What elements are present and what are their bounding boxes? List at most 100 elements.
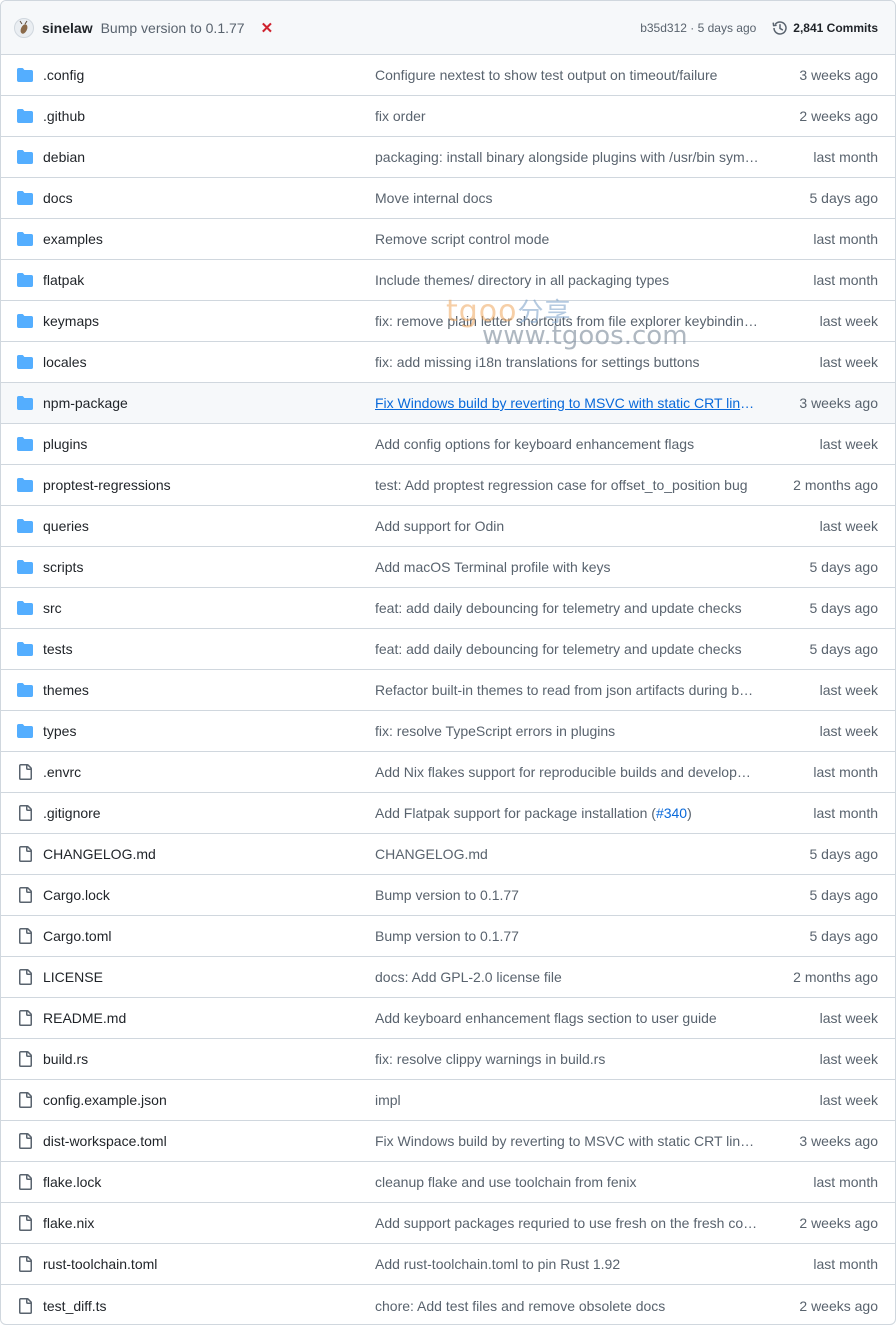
entry-name-link[interactable]: build.rs	[43, 1039, 88, 1079]
folder-row[interactable]: scripts Add macOS Terminal profile with k…	[1, 547, 895, 588]
folder-row[interactable]: proptest-regressions test: Add proptest r…	[1, 465, 895, 506]
folder-row[interactable]: keymaps fix: remove plain letter shortcut…	[1, 301, 895, 342]
file-row[interactable]: CHANGELOG.md CHANGELOG.md 5 days ago	[1, 834, 895, 875]
entry-name-link[interactable]: src	[43, 588, 62, 628]
commit-message-link[interactable]: impl	[375, 1080, 759, 1120]
commit-message-link[interactable]: Refactor built-in themes to read from js…	[375, 670, 759, 710]
commit-message-link[interactable]: Fix Windows build by reverting to MSVC w…	[375, 383, 759, 423]
entry-name-link[interactable]: Cargo.toml	[43, 916, 111, 956]
entry-name-link[interactable]: flake.nix	[43, 1203, 94, 1243]
entry-name-link[interactable]: .github	[43, 96, 85, 136]
folder-row[interactable]: types fix: resolve TypeScript errors in p…	[1, 711, 895, 752]
commit-message-link[interactable]: Fix Windows build by reverting to MSVC w…	[375, 1121, 759, 1161]
commit-message-link[interactable]: Bump version to 0.1.77	[375, 875, 759, 915]
folder-row[interactable]: docs Move internal docs 5 days ago	[1, 178, 895, 219]
commit-message-link[interactable]: feat: add daily debouncing for telemetry…	[375, 629, 759, 669]
file-row[interactable]: .envrc Add Nix flakes support for reprodu…	[1, 752, 895, 793]
commit-message-link[interactable]: fix: remove plain letter shortcuts from …	[375, 301, 759, 341]
entry-name-link[interactable]: config.example.json	[43, 1080, 167, 1120]
entry-name-link[interactable]: flake.lock	[43, 1162, 101, 1202]
commit-message-link[interactable]: Move internal docs	[375, 178, 759, 218]
commit-message-link[interactable]: Remove script control mode	[375, 219, 759, 259]
entry-name-link[interactable]: .gitignore	[43, 793, 101, 833]
author-avatar[interactable]	[14, 17, 34, 38]
file-row[interactable]: README.md Add keyboard enhancement flags …	[1, 998, 895, 1039]
file-row[interactable]: config.example.json impl last week	[1, 1080, 895, 1121]
folder-row[interactable]: locales fix: add missing i18n translation…	[1, 342, 895, 383]
commit-message-link[interactable]: Add support for Odin	[375, 506, 759, 546]
commit-message[interactable]: Bump version to 0.1.77	[101, 20, 245, 36]
pull-request-link[interactable]: #340	[656, 805, 687, 821]
file-row[interactable]: dist-workspace.toml Fix Windows build by …	[1, 1121, 895, 1162]
commit-message-link[interactable]: Add keyboard enhancement flags section t…	[375, 998, 759, 1038]
folder-row[interactable]: examples Remove script control mode last m…	[1, 219, 895, 260]
folder-row[interactable]: queries Add support for Odin last week	[1, 506, 895, 547]
entry-name-link[interactable]: plugins	[43, 424, 87, 464]
commit-message-link[interactable]: fix: resolve TypeScript errors in plugin…	[375, 711, 759, 751]
file-row[interactable]: test_diff.ts chore: Add test files and re…	[1, 1285, 895, 1324]
commit-message-link[interactable]: Add macOS Terminal profile with keys	[375, 547, 759, 587]
x-icon[interactable]: ✕	[261, 19, 274, 37]
commit-message-link[interactable]: docs: Add GPL-2.0 license file	[375, 957, 759, 997]
commit-message-link[interactable]: fix: resolve clippy warnings in build.rs	[375, 1039, 759, 1079]
file-row[interactable]: build.rs fix: resolve clippy warnings in …	[1, 1039, 895, 1080]
entry-name-link[interactable]: tests	[43, 629, 73, 669]
file-row[interactable]: flake.nix Add support packages requried t…	[1, 1203, 895, 1244]
entry-name-link[interactable]: CHANGELOG.md	[43, 834, 156, 874]
commit-message-link[interactable]: test: Add proptest regression case for o…	[375, 465, 759, 505]
entry-name-link[interactable]: .envrc	[43, 752, 81, 792]
file-row[interactable]: Cargo.lock Bump version to 0.1.77 5 days a…	[1, 875, 895, 916]
entry-name-link[interactable]: themes	[43, 670, 89, 710]
entry-name-link[interactable]: rust-toolchain.toml	[43, 1244, 157, 1284]
commit-message-link[interactable]: Include themes/ directory in all packagi…	[375, 260, 759, 300]
entry-name-link[interactable]: types	[43, 711, 76, 751]
folder-row[interactable]: flatpak Include themes/ directory in all …	[1, 260, 895, 301]
folder-row[interactable]: .config Configure nextest to show test ou…	[1, 55, 895, 96]
folder-row[interactable]: plugins Add config options for keyboard e…	[1, 424, 895, 465]
entry-name-link[interactable]: test_diff.ts	[43, 1285, 107, 1324]
commit-message-link[interactable]: Add support packages requried to use fre…	[375, 1203, 759, 1243]
commit-message-link[interactable]: Add config options for keyboard enhancem…	[375, 424, 759, 464]
folder-row[interactable]: tests feat: add daily debouncing for tele…	[1, 629, 895, 670]
commit-message-link[interactable]: packaging: install binary alongside plug…	[375, 137, 759, 177]
commit-message-link[interactable]: Bump version to 0.1.77	[375, 916, 759, 956]
commit-message-link[interactable]: Add Nix flakes support for reproducible …	[375, 752, 759, 792]
entry-name-link[interactable]: .config	[43, 55, 84, 95]
file-row[interactable]: flake.lock cleanup flake and use toolchai…	[1, 1162, 895, 1203]
commit-message-link[interactable]: feat: add daily debouncing for telemetry…	[375, 588, 759, 628]
entry-name-link[interactable]: docs	[43, 178, 73, 218]
commit-message-link[interactable]: Add rust-toolchain.toml to pin Rust 1.92	[375, 1244, 759, 1284]
commit-message-link[interactable]: Configure nextest to show test output on…	[375, 55, 759, 95]
commit-message-link[interactable]: CHANGELOG.md	[375, 834, 759, 874]
entry-name-link[interactable]: flatpak	[43, 260, 84, 300]
file-row[interactable]: rust-toolchain.toml Add rust-toolchain.to…	[1, 1244, 895, 1285]
entry-name-link[interactable]: npm-package	[43, 383, 128, 423]
entry-name-link[interactable]: scripts	[43, 547, 83, 587]
entry-name-link[interactable]: locales	[43, 342, 87, 382]
entry-name-link[interactable]: keymaps	[43, 301, 99, 341]
entry-name-link[interactable]: dist-workspace.toml	[43, 1121, 167, 1161]
entry-name-link[interactable]: examples	[43, 219, 103, 259]
entry-name-link[interactable]: Cargo.lock	[43, 875, 110, 915]
entry-name-link[interactable]: LICENSE	[43, 957, 103, 997]
commit-message-link[interactable]: fix: add missing i18n translations for s…	[375, 342, 759, 382]
commit-message-link[interactable]: chore: Add test files and remove obsolet…	[375, 1285, 759, 1324]
file-row[interactable]: LICENSE docs: Add GPL-2.0 license file 2 m…	[1, 957, 895, 998]
entry-name-link[interactable]: queries	[43, 506, 89, 546]
folder-row[interactable]: src feat: add daily debouncing for teleme…	[1, 588, 895, 629]
entry-name-link[interactable]: README.md	[43, 998, 126, 1038]
folder-row[interactable]: .github fix order 2 weeks ago	[1, 96, 895, 137]
entry-name-link[interactable]: proptest-regressions	[43, 465, 171, 505]
commit-author[interactable]: sinelaw	[42, 20, 93, 36]
commit-message-link[interactable]: cleanup flake and use toolchain from fen…	[375, 1162, 759, 1202]
file-row[interactable]: Cargo.toml Bump version to 0.1.77 5 days a…	[1, 916, 895, 957]
folder-row[interactable]: npm-package Fix Windows build by revertin…	[1, 383, 895, 424]
folder-row[interactable]: themes Refactor built-in themes to read f…	[1, 670, 895, 711]
commit-message-link[interactable]: Add Flatpak support for package installa…	[375, 793, 759, 833]
file-row[interactable]: .gitignore Add Flatpak support for packag…	[1, 793, 895, 834]
entry-name-link[interactable]: debian	[43, 137, 85, 177]
commit-message-link[interactable]: fix order	[375, 96, 759, 136]
commits-history-link[interactable]: 2,841 Commits	[772, 20, 878, 36]
folder-row[interactable]: debian packaging: install binary alongsid…	[1, 137, 895, 178]
commit-sha-time[interactable]: b35d312 · 5 days ago	[640, 21, 756, 35]
